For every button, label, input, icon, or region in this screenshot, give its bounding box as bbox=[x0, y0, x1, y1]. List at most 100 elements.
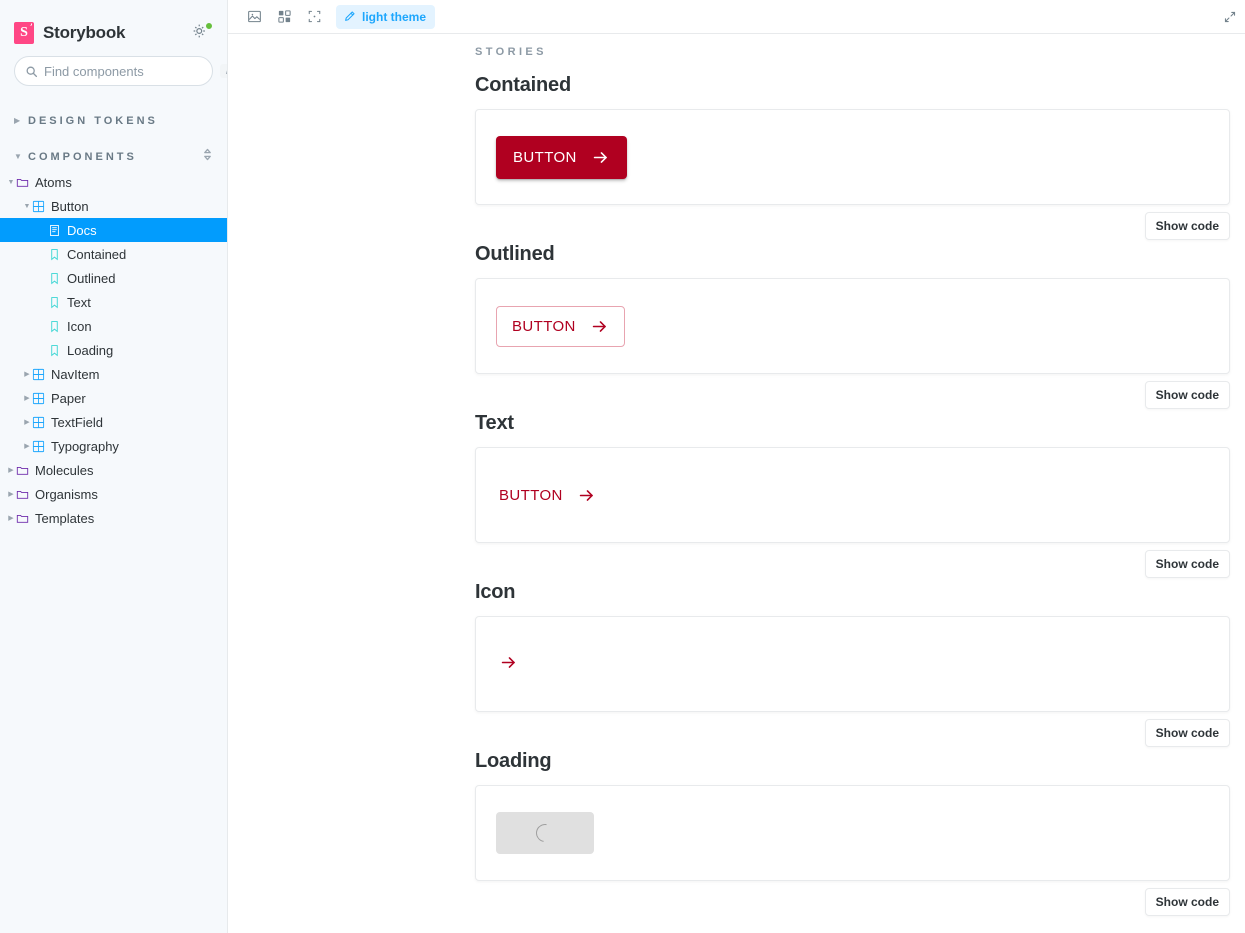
arrow-right-icon bbox=[501, 657, 515, 668]
folder-icon bbox=[16, 178, 29, 187]
stories-list: Contained BUTTON Show code Outlined BUTTON Sh… bbox=[228, 58, 1245, 916]
arrow-right-icon bbox=[591, 148, 610, 167]
sort-icon[interactable] bbox=[202, 148, 213, 166]
sidebar-item-loading[interactable]: Loading bbox=[0, 338, 227, 362]
grid-icon[interactable] bbox=[270, 3, 298, 31]
sidebar-item-label: Atoms bbox=[35, 174, 72, 190]
sidebar-group-label: Design Tokens bbox=[28, 115, 158, 127]
sidebar-item-navitem[interactable]: ▶ NavItem bbox=[0, 362, 227, 386]
expand-icon[interactable] bbox=[1223, 10, 1237, 24]
sidebar-item-outlined[interactable]: Outlined bbox=[0, 266, 227, 290]
show-code-button[interactable]: Show code bbox=[1144, 550, 1230, 578]
sidebar-item-text[interactable]: Text bbox=[0, 290, 227, 314]
measure-icon[interactable] bbox=[300, 3, 328, 31]
sidebar-item-label: TextField bbox=[51, 414, 104, 430]
show-code-button[interactable]: Show code bbox=[1144, 719, 1230, 747]
bookmark-icon bbox=[51, 344, 58, 356]
search-input[interactable] bbox=[44, 63, 220, 79]
chevron-down-icon: ▼ bbox=[7, 178, 15, 186]
bookmark-icon bbox=[51, 272, 58, 284]
sidebar-item-icon[interactable]: Icon bbox=[0, 314, 227, 338]
sidebar-item-organisms[interactable]: ▶ Organisms bbox=[0, 482, 227, 506]
sidebar-item-label: Outlined bbox=[67, 270, 116, 286]
sidebar-header: S Storybook bbox=[0, 0, 227, 56]
docs-scroll-area[interactable]: Stories Contained BUTTON Show code Outlined… bbox=[228, 34, 1245, 933]
demo-button-contained[interactable]: BUTTON bbox=[496, 135, 627, 179]
component-icon bbox=[32, 200, 45, 213]
sidebar-item-docs[interactable]: Docs bbox=[0, 218, 227, 242]
logo-letter: S bbox=[20, 25, 28, 40]
document-icon bbox=[48, 224, 61, 237]
sidebar-item-label: Icon bbox=[67, 318, 92, 334]
status-dot bbox=[205, 22, 213, 30]
sidebar-item-paper[interactable]: ▶ Paper bbox=[0, 386, 227, 410]
sidebar-item-molecules[interactable]: ▶ Molecules bbox=[0, 458, 227, 482]
sidebar-item-label: NavItem bbox=[51, 366, 100, 382]
component-icon bbox=[32, 416, 45, 429]
demo-button-outlined[interactable]: BUTTON bbox=[496, 305, 625, 347]
arrow-right-icon bbox=[592, 320, 606, 332]
chevron-down-icon: ▼ bbox=[23, 202, 31, 210]
sidebar-group-label: Components bbox=[28, 151, 137, 163]
arrow-right-icon bbox=[499, 653, 518, 675]
preview-toolbar: light theme bbox=[228, 0, 1245, 34]
sidebar-item-textfield[interactable]: ▶ TextField bbox=[0, 410, 227, 434]
component-tree: ▶ Design Tokens ▼ Components ▼ Atoms ▼ Butt… bbox=[0, 108, 227, 540]
bookmark-icon bbox=[48, 344, 61, 357]
arrow-right-icon bbox=[579, 489, 593, 501]
story-preview-wrapper: BUTTON Show code bbox=[228, 97, 1230, 240]
storybook-app: S Storybook / bbox=[0, 0, 1245, 933]
component-icon bbox=[32, 440, 45, 452]
story-preview: BUTTON bbox=[475, 278, 1230, 374]
search-container: / bbox=[0, 56, 227, 98]
sidebar-item-label: Contained bbox=[67, 246, 127, 262]
arrow-right-icon bbox=[593, 151, 607, 163]
story-preview bbox=[475, 785, 1230, 881]
folder-icon bbox=[16, 514, 29, 523]
component-icon bbox=[32, 368, 45, 380]
story-heading: Icon bbox=[475, 581, 516, 603]
sidebar-item-contained[interactable]: Contained bbox=[0, 242, 227, 266]
chevron-right-icon: ▶ bbox=[14, 116, 21, 125]
sidebar-item-button[interactable]: ▼ Button bbox=[0, 194, 227, 218]
theme-toggle-button[interactable]: light theme bbox=[336, 4, 436, 29]
logo-tick bbox=[28, 22, 33, 27]
component-icon bbox=[32, 416, 45, 428]
bookmark-icon bbox=[48, 320, 61, 333]
chevron-right-icon: ▶ bbox=[24, 370, 30, 378]
story-preview-wrapper: Show code bbox=[228, 604, 1230, 747]
sidebar-item-label: Button bbox=[51, 198, 89, 214]
show-code-button[interactable]: Show code bbox=[1144, 888, 1230, 916]
show-code-button[interactable]: Show code bbox=[1144, 212, 1230, 240]
gear-icon[interactable] bbox=[191, 22, 213, 44]
chevron-right-icon: ▶ bbox=[8, 514, 14, 522]
story-preview-wrapper: BUTTON Show code bbox=[228, 435, 1230, 578]
story-preview: BUTTON bbox=[475, 447, 1230, 543]
story-heading: Loading bbox=[475, 750, 552, 772]
sidebar-item-label: Loading bbox=[67, 342, 114, 358]
demo-button-icon[interactable] bbox=[496, 644, 521, 684]
brand-title: Storybook bbox=[43, 23, 126, 42]
backgrounds-icon[interactable] bbox=[240, 3, 268, 31]
sidebar-item-typography[interactable]: ▶ Typography bbox=[0, 434, 227, 458]
storybook-logo-icon[interactable]: S bbox=[14, 22, 34, 44]
stories-section-label: Stories bbox=[475, 46, 547, 58]
search-shortcut-badge: / bbox=[220, 64, 227, 78]
demo-button-text[interactable]: BUTTON bbox=[496, 475, 599, 516]
sidebar-group-design-tokens[interactable]: ▶ Design Tokens bbox=[0, 108, 227, 134]
demo-button-label: BUTTON bbox=[512, 317, 576, 335]
sidebar: S Storybook / bbox=[0, 0, 228, 933]
sidebar-item-label: Templates bbox=[35, 510, 95, 526]
component-icon bbox=[32, 392, 45, 405]
sidebar-item-templates[interactable]: ▶ Templates bbox=[0, 506, 227, 530]
sidebar-item-atoms[interactable]: ▼ Atoms bbox=[0, 170, 227, 194]
search-box[interactable]: / bbox=[14, 56, 227, 86]
bookmark-icon bbox=[48, 272, 61, 285]
show-code-button[interactable]: Show code bbox=[1144, 381, 1230, 409]
bookmark-icon bbox=[48, 248, 61, 261]
folder-icon bbox=[16, 466, 29, 475]
component-icon bbox=[32, 200, 45, 212]
arrow-right-icon bbox=[577, 486, 596, 505]
sidebar-group-components[interactable]: ▼ Components bbox=[0, 144, 227, 170]
chevron-right-icon: ▶ bbox=[24, 442, 30, 450]
